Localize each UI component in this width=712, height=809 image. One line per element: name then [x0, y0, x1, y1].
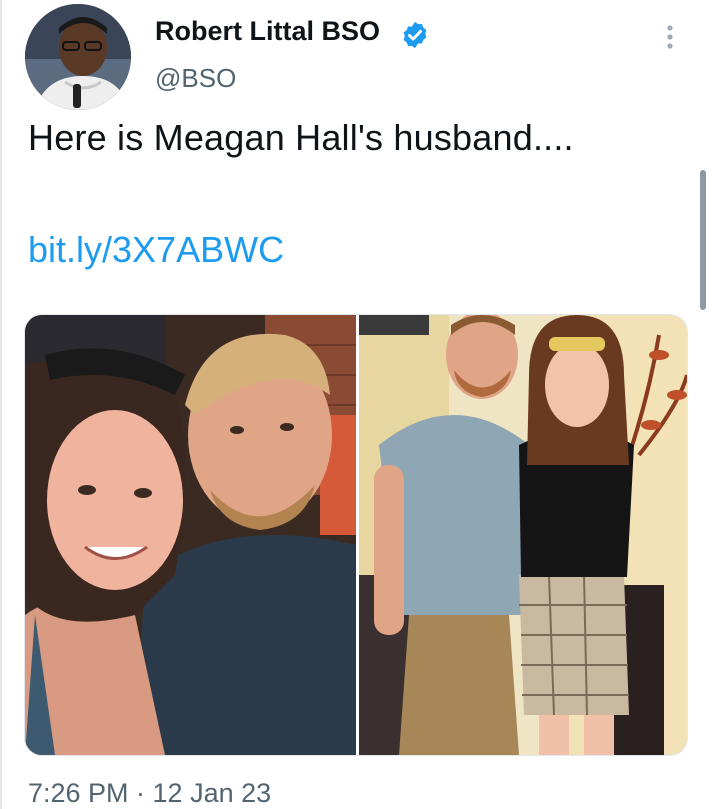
tweet-link[interactable]: bit.ly/3X7ABWC	[28, 229, 284, 271]
tweet-text: Here is Meagan Hall's husband....	[28, 117, 574, 158]
author-display-name[interactable]: Robert Littal BSO	[155, 16, 380, 47]
media-grid[interactable]	[24, 314, 688, 756]
verified-badge-icon	[403, 21, 427, 49]
photo-couple-standing[interactable]	[359, 315, 687, 755]
scrollbar[interactable]	[700, 170, 706, 310]
photo-selfie[interactable]	[25, 315, 356, 755]
avatar[interactable]	[25, 4, 131, 110]
author-handle[interactable]: @BSO	[155, 63, 236, 94]
left-edge-divider	[0, 0, 2, 809]
more-options-icon[interactable]	[660, 22, 680, 52]
tweet-timestamp[interactable]: 7:26 PM · 12 Jan 23	[28, 778, 271, 809]
tweet: Robert Littal BSO @BSO Here is Meagan Ha…	[0, 0, 712, 809]
